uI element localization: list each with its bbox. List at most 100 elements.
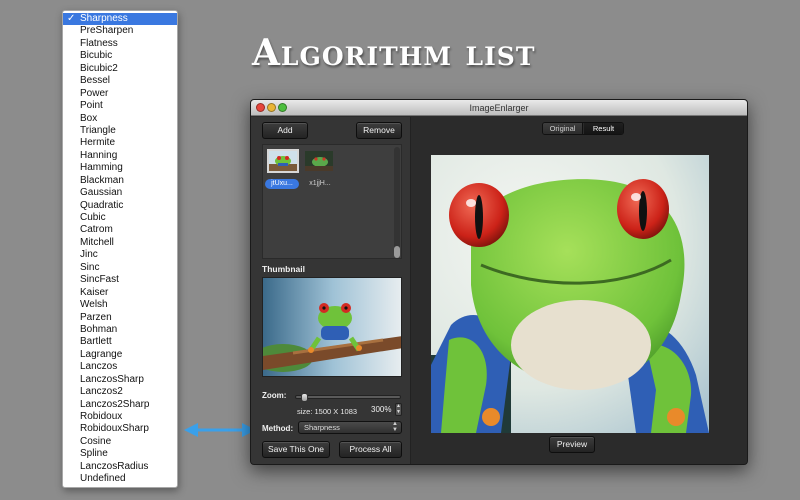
file-thumbnail-image[interactable] [267, 149, 299, 173]
algorithm-menu-item[interactable]: ✓Bohman [63, 324, 177, 336]
algorithm-menu-item[interactable]: ✓LanczosRadius [63, 461, 177, 473]
algorithm-menu-item[interactable]: ✓Spline [63, 448, 177, 460]
zoom-slider-knob[interactable] [301, 393, 308, 402]
algorithm-menu-item[interactable]: ✓Flatness [63, 38, 177, 50]
algorithm-menu-item[interactable]: ✓Hermite [63, 137, 177, 149]
algorithm-menu-item-label: Quadratic [80, 199, 124, 211]
algorithm-menu-item-label: Bessel [80, 75, 111, 87]
algorithm-menu-item-label: Bohman [80, 323, 118, 335]
algorithm-menu-item[interactable]: ✓Bicubic2 [63, 63, 177, 75]
algorithm-menu-item-label: Sharpness [80, 13, 128, 24]
algorithm-menu-item-label: Hermite [80, 137, 116, 149]
algorithm-menu-item[interactable]: ✓Triangle [63, 125, 177, 137]
algorithm-menu-item-label: Flatness [80, 37, 118, 49]
algorithm-menu-item[interactable]: ✓Quadratic [63, 200, 177, 212]
algorithm-menu-item[interactable]: ✓Parzen [63, 312, 177, 324]
file-thumbnail-image[interactable] [303, 149, 335, 173]
algorithm-menu-item[interactable]: ✓Blackman [63, 175, 177, 187]
zoom-label: Zoom: [262, 391, 287, 400]
algorithm-menu-item-label: Power [80, 87, 109, 99]
algorithm-menu-item[interactable]: ✓ Sharpness [63, 13, 177, 26]
algorithm-menu-item[interactable]: ✓LanczosSharp [63, 374, 177, 386]
thumbnail-label: Thumbnail [262, 264, 305, 274]
double-arrow-icon [184, 423, 256, 437]
app-window: ImageEnlarger Add Remove jtUxu... x1jjH.… [250, 99, 748, 465]
file-label[interactable]: x1jjH... [303, 179, 337, 189]
algorithm-menu-item-label: Hamming [80, 162, 123, 174]
algorithm-menu-item-label: Sinc [80, 261, 100, 273]
tab-original[interactable]: Original [543, 123, 583, 134]
stepper-icon[interactable]: ▲ ▼ [395, 403, 402, 416]
view-tabs: Original Result [542, 122, 624, 135]
algorithm-menu-item[interactable]: ✓Robidoux [63, 411, 177, 423]
file-list-scrollbar[interactable] [394, 147, 400, 258]
algorithm-menu-item[interactable]: ✓Undefined [63, 473, 177, 485]
algorithm-menu-item-label: Robidoux [80, 411, 123, 422]
algorithm-menu-item-label: PreSharpen [80, 25, 134, 37]
process-all-button[interactable]: Process All [339, 441, 402, 458]
add-button[interactable]: Add [262, 122, 308, 139]
checkmark-icon: ✓ [67, 13, 76, 24]
algorithm-menu-item[interactable]: ✓Catrom [63, 224, 177, 236]
algorithm-menu-item-label: Blackman [80, 174, 124, 186]
algorithm-menu-item[interactable]: ✓Lanczos2 [63, 386, 177, 398]
algorithm-menu-item-label: Spline [80, 448, 108, 460]
algorithm-menu-item[interactable]: ✓Gaussian [63, 187, 177, 199]
algorithm-menu-item-label: Cubic [80, 212, 106, 223]
algorithm-menu-item[interactable]: ✓Mitchell [63, 237, 177, 249]
algorithm-menu-item-label: Mitchell [80, 236, 114, 248]
algorithm-menu-item-label: LanczosSharp [80, 373, 144, 385]
headline: Algorithm list [252, 32, 536, 74]
file-list[interactable]: jtUxu... x1jjH... [262, 144, 402, 259]
algorithm-menu-item[interactable]: ✓Cubic [63, 212, 177, 224]
save-this-one-button[interactable]: Save This One [262, 441, 330, 458]
tab-result[interactable]: Result [584, 123, 623, 134]
chevron-updown-icon: ▲ ▼ [392, 421, 398, 433]
algorithm-menu-item[interactable]: ✓Bartlett [63, 336, 177, 348]
algorithm-menu-item-label: Lanczos2Sharp [80, 398, 150, 410]
algorithm-menu-item-label: Point [80, 100, 103, 112]
algorithm-menu-item[interactable]: ✓Power [63, 88, 177, 100]
image-size-text: size: 1500 X 1083 [297, 407, 358, 416]
algorithm-menu-item[interactable]: ✓Bessel [63, 75, 177, 87]
algorithm-menu-item-label: Gaussian [80, 187, 123, 199]
algorithm-menu-item-label: Bicubic2 [80, 62, 118, 74]
algorithm-menu-item-label: Bicubic [80, 50, 113, 62]
scrollbar-thumb[interactable] [394, 246, 400, 258]
algorithm-menu-item[interactable]: ✓SincFast [63, 274, 177, 286]
algorithm-menu-item-label: LanczosRadius [80, 460, 149, 472]
algorithm-menu-item-label: Hanning [80, 149, 118, 161]
preview-button[interactable]: Preview [549, 436, 595, 453]
algorithm-menu-item[interactable]: ✓Point [63, 100, 177, 112]
algorithm-menu-item[interactable]: ✓Lanczos2Sharp [63, 399, 177, 411]
algorithm-menu-item[interactable]: ✓Jinc [63, 249, 177, 261]
algorithm-menu-item[interactable]: ✓Sinc [63, 262, 177, 274]
algorithm-menu-item[interactable]: ✓Kaiser [63, 287, 177, 299]
algorithm-menu-item[interactable]: ✓Cosine [63, 436, 177, 448]
algorithm-menu-item-label: Kaiser [80, 286, 109, 298]
remove-button[interactable]: Remove [356, 122, 402, 139]
algorithm-menu-item-label: Welsh [80, 299, 108, 311]
window-titlebar[interactable]: ImageEnlarger [251, 100, 747, 116]
algorithm-menu-item[interactable]: ✓Welsh [63, 299, 177, 311]
algorithm-menu-item[interactable]: ✓RobidouxSharp [63, 423, 177, 435]
algorithm-menu-item-label: Lagrange [80, 348, 123, 360]
algorithm-menu-item-label: Triangle [80, 124, 116, 136]
algorithm-menu-item-label: RobidouxSharp [80, 423, 149, 435]
method-select[interactable]: Sharpness ▲ ▼ [298, 421, 402, 434]
zoom-slider[interactable] [295, 393, 401, 402]
algorithm-menu-item[interactable]: ✓PreSharpen [63, 25, 177, 37]
method-select-value: Sharpness [304, 423, 340, 432]
thumbnail-preview-image [262, 277, 402, 377]
algorithm-menu-item[interactable]: ✓Lagrange [63, 349, 177, 361]
algorithm-menu-item[interactable]: ✓Hanning [63, 150, 177, 162]
algorithm-dropdown-list[interactable]: ✓Sharpness✓PreSharpen✓Flatness✓Bicubic✓B… [62, 10, 178, 488]
algorithm-menu-item-label: Parzen [80, 311, 112, 323]
method-label: Method: [262, 424, 294, 433]
algorithm-menu-item[interactable]: ✓Lanczos [63, 361, 177, 373]
file-label[interactable]: jtUxu... [265, 179, 299, 189]
zoom-percent-field[interactable]: 300% [371, 405, 391, 414]
algorithm-menu-item[interactable]: ✓Box [63, 113, 177, 125]
algorithm-menu-item[interactable]: ✓Bicubic [63, 50, 177, 62]
algorithm-menu-item[interactable]: ✓Hamming [63, 162, 177, 174]
